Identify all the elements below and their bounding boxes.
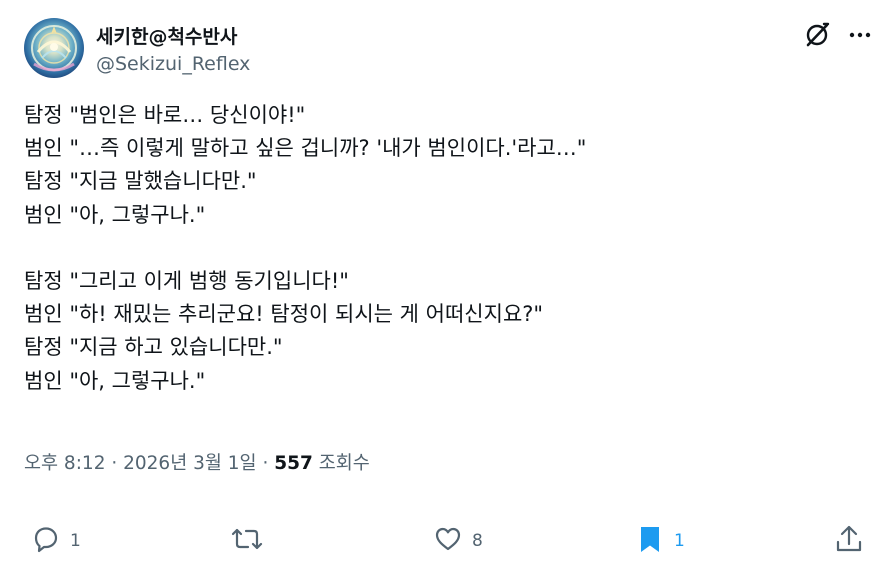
reply-count: 1: [70, 531, 81, 551]
grok-icon[interactable]: [802, 20, 832, 50]
bookmark-count: 1: [674, 531, 685, 551]
reply-icon: [30, 523, 62, 559]
views-count: 557: [274, 453, 313, 474]
tweet-meta: 오후 8:12 · 2026년 3월 1일 · 557 조회수: [24, 449, 370, 475]
like-button[interactable]: 8: [432, 522, 483, 560]
tweet-line: 범인 "하! 재밌는 추리군요! 탐정이 되시는 게 어떠신지요?": [24, 302, 544, 327]
tweet-line: 범인 "…즉 이렇게 말하고 싶은 겁니까? '내가 범인이다.'라고…": [24, 136, 587, 161]
author-handle[interactable]: @Sekizui_Reflex: [96, 53, 250, 75]
retweet-icon: [229, 523, 265, 559]
share-button[interactable]: [833, 522, 865, 560]
heart-icon: [432, 523, 464, 559]
avatar-emblem: [31, 25, 77, 72]
tweet-line: 탐정 "지금 하고 있습니다만.": [24, 335, 283, 360]
tweet-time[interactable]: 오후 8:12: [24, 453, 105, 474]
reply-button[interactable]: 1: [30, 522, 81, 560]
tweet-date[interactable]: 2026년 3월 1일: [123, 453, 256, 474]
tweet-line: 탐정 "그리고 이게 범행 동기입니다!": [24, 268, 349, 293]
bookmark-icon: [634, 523, 666, 559]
tweet-text: 탐정 "범인은 바로… 당신이야!" 범인 "…즉 이렇게 말하고 싶은 겁니까…: [24, 99, 864, 398]
meta-separator: ·: [256, 453, 275, 474]
tweet-line: 범인 "아, 그렇구나.": [24, 202, 206, 227]
like-count: 8: [472, 531, 483, 551]
bookmark-button[interactable]: 1: [634, 522, 685, 560]
tweet-line: 탐정 "범인은 바로… 당신이야!": [24, 103, 306, 127]
author-display-name[interactable]: 세키한@척수반사: [96, 22, 237, 49]
tweet-line: 범인 "아, 그렇구나.": [24, 368, 206, 393]
avatar[interactable]: [24, 18, 84, 78]
more-icon[interactable]: [845, 20, 875, 50]
views-label: 조회수: [312, 453, 370, 474]
retweet-button[interactable]: [229, 522, 273, 560]
share-icon: [833, 523, 865, 559]
tweet-line: 탐정 "지금 말했습니다만.": [24, 169, 257, 194]
meta-separator: ·: [105, 453, 124, 474]
